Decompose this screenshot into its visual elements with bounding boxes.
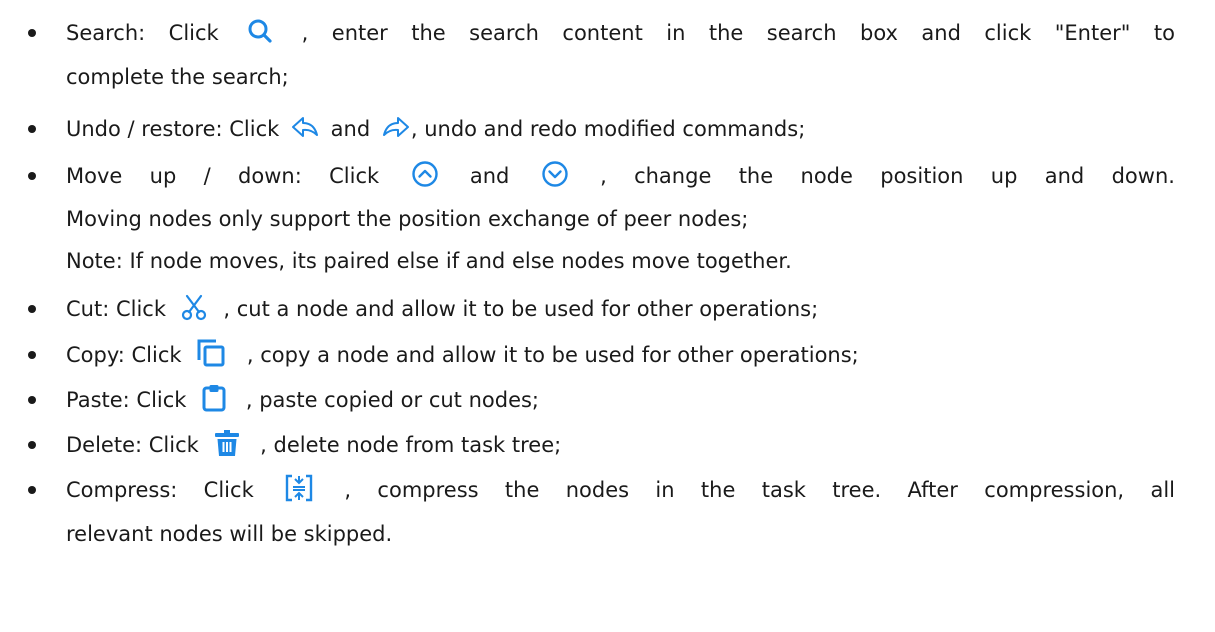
bullet [28, 486, 36, 494]
move-label: Move up / down: Click [66, 164, 380, 188]
paste-line: Paste: Click , paste copied or cut nodes… [66, 378, 1175, 422]
copy-icon [196, 338, 226, 368]
copy-line: Copy: Click , copy a node and allow it t… [66, 333, 1175, 377]
search-line-1: Search: Click , enter the search content… [66, 11, 1175, 55]
copy-description: , copy a node and allow it to be used fo… [246, 343, 859, 367]
copy-label: Copy: Click [66, 343, 182, 367]
bullet [28, 172, 36, 180]
paste-icon [201, 383, 227, 413]
compress-description: , compress the nodes in the task tree. A… [344, 478, 1175, 502]
cut-label: Cut: Click [66, 297, 166, 321]
search-description: , enter the search content in the search… [301, 21, 1175, 45]
bullet [28, 351, 36, 359]
delete-line: Delete: Click , delete node from task tr… [66, 423, 1175, 467]
paste-description: , paste copied or cut nodes; [245, 388, 540, 412]
undo-icon [290, 115, 320, 139]
paste-label: Paste: Click [66, 388, 187, 412]
move-line-2: Moving nodes only support the position e… [66, 207, 749, 231]
redo-icon [381, 115, 411, 139]
instruction-list: Search: Click , enter the search content… [0, 0, 1215, 632]
undo-and: and [330, 117, 371, 141]
bullet [28, 29, 36, 37]
move-line-1: Move up / down: Click and , change the n… [66, 154, 1175, 198]
cut-line: Cut: Click , cut a node and allow it to … [66, 287, 1175, 331]
delete-label: Delete: Click [66, 433, 199, 457]
undo-line: Undo / restore: Click and , undo and red… [66, 107, 1175, 151]
search-label: Search: Click [66, 21, 219, 45]
bullet [28, 305, 36, 313]
search-icon [246, 18, 274, 44]
move-up-icon [411, 160, 439, 188]
bullet [28, 396, 36, 404]
move-description: , change the node position up and down. [600, 164, 1175, 188]
search-line-2: complete the search; [66, 65, 289, 89]
move-and: and [469, 164, 510, 188]
bullet [28, 441, 36, 449]
move-note: Note: If node moves, its paired else if … [66, 249, 792, 273]
compress-label: Compress: Click [66, 478, 254, 502]
move-down-icon [541, 160, 569, 188]
compress-line-2: relevant nodes will be skipped. [66, 522, 393, 546]
undo-label: Undo / restore: Click [66, 117, 280, 141]
delete-description: , delete node from task tree; [260, 433, 562, 457]
cut-icon [181, 293, 207, 321]
delete-icon [213, 429, 241, 457]
undo-description: , undo and redo modified commands; [410, 117, 806, 141]
compress-line-1: Compress: Click , compress the nodes in … [66, 468, 1175, 512]
cut-description: , cut a node and allow it to be used for… [223, 297, 819, 321]
compress-icon [284, 474, 314, 502]
bullet [28, 125, 36, 133]
